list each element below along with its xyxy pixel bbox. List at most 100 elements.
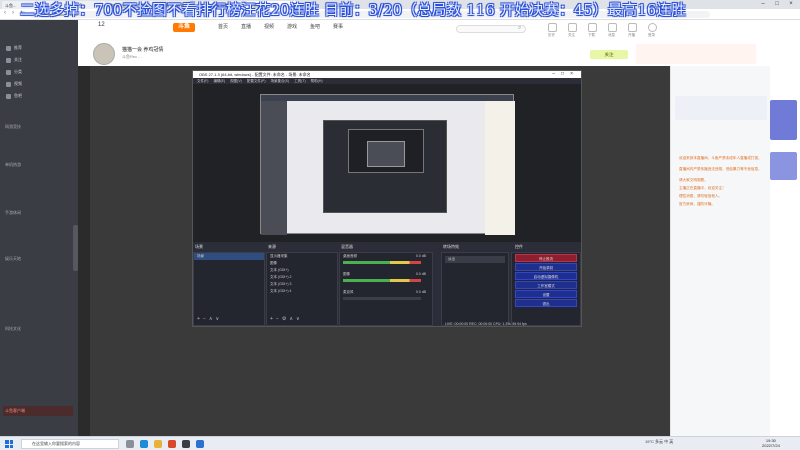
clock-date: 2022/7/24 [762, 443, 780, 448]
exit-button[interactable]: 退出 [515, 299, 577, 307]
edge-icon[interactable] [140, 440, 148, 448]
volume-meter[interactable] [343, 279, 421, 282]
chat-message: 官方房间，谨防诈骗。 [679, 202, 715, 206]
sidebar-category-grid [5, 334, 75, 346]
broadcast-icon[interactable] [628, 23, 637, 32]
mixer-dock: 桌面音频 0.0 dB 图像 0.0 dB 麦克风 0.0 dB [339, 252, 433, 326]
nav-home[interactable]: 首页 [218, 23, 228, 30]
chat-message: 直播间内严禁传播违法违规、低俗暴力等不良信息， [679, 167, 762, 171]
source-item[interactable]: 文本 (GDI+) 3 [267, 281, 337, 288]
mixer-dock-title: 混音器 [341, 244, 353, 249]
nav-game[interactable]: 游戏 [287, 23, 297, 30]
client-download-link[interactable]: 斗鱼客户端 [3, 406, 73, 416]
stop-streaming-button[interactable]: 停止推流 [515, 254, 577, 262]
promo-card[interactable] [770, 152, 797, 180]
source-item[interactable]: 文本 (GDI+) [267, 267, 337, 274]
app-icon[interactable] [168, 440, 176, 448]
minimize-icon[interactable]: – [756, 0, 770, 9]
sidebar-section-title: 科技文化 [5, 326, 21, 331]
windows-start-icon[interactable] [5, 440, 13, 448]
follow-button[interactable]: 关注 [590, 50, 628, 59]
site-search-input[interactable] [456, 25, 526, 33]
explorer-icon[interactable] [154, 440, 162, 448]
streamer-avatar[interactable] [93, 43, 115, 65]
chat-icon [6, 93, 11, 99]
close-icon[interactable]: × [784, 0, 798, 9]
nested-preview [367, 141, 405, 167]
obs-preview[interactable] [193, 84, 581, 242]
virtual-camera-button[interactable]: 启动虚拟摄像机 [515, 272, 577, 280]
track-db: 0.0 dB [415, 272, 426, 276]
task-view-icon[interactable] [126, 440, 134, 448]
download-icon[interactable] [588, 23, 597, 32]
sidebar-section-title: 网游竞技 [5, 124, 21, 129]
source-controls[interactable]: +−⚙∧∨ [270, 316, 303, 322]
nav-events[interactable]: 赛事 [333, 23, 343, 30]
captured-chat [485, 101, 515, 235]
start-recording-button[interactable]: 开始录制 [515, 263, 577, 271]
captured-titlebar [261, 95, 513, 101]
track-name: 图像 [343, 272, 350, 276]
sidebar-category-grid [5, 218, 75, 230]
nested-capture [323, 120, 447, 213]
nav-fishbar[interactable]: 鱼吧 [310, 23, 320, 30]
volume-meter[interactable] [343, 297, 421, 300]
chat-message: 欢迎来到本直播间，斗鱼严禁未成年人直播或打赏。 [679, 156, 762, 160]
forward-icon[interactable]: › [12, 10, 14, 16]
scene-item[interactable]: 场景 [194, 253, 264, 260]
chat-message: 理性消费，请勿轻信他人。 [679, 194, 723, 198]
sidebar-category-grid [5, 132, 75, 152]
sidebar-item-follow[interactable]: 关注 [6, 56, 68, 64]
top-icon-label: 历史 [548, 33, 555, 37]
mixer-track: 图像 0.0 dB [340, 271, 432, 289]
sidebar-item-video[interactable]: 视频 [6, 80, 68, 88]
settings-button[interactable]: 设置 [515, 290, 577, 298]
mixer-track: 麦克风 0.0 dB [340, 289, 432, 307]
home-icon [6, 45, 11, 51]
search-icon[interactable]: ⌕ [518, 25, 521, 32]
promo-card[interactable] [770, 100, 797, 140]
obs-title: OBS 27.1.3 (64-bit, windows) - 配置文件: 未命名… [199, 72, 311, 77]
message-icon[interactable] [608, 23, 617, 32]
nav-live[interactable]: 直播 [241, 23, 251, 30]
transition-select[interactable]: 淡出 [445, 256, 505, 263]
chat-message: 请大家文明观看。 [679, 178, 708, 182]
gift-bar [636, 44, 756, 64]
chat-panel: 欢迎来到本直播间，斗鱼严禁未成年人直播或打赏。 直播间内严禁传播违法违规、低俗暴… [670, 66, 770, 436]
obs-icon[interactable] [182, 440, 190, 448]
left-sidebar: 推荐 关注 分类 视频 鱼吧 网游竞技 单机热游 手游休闲 娱乐天地 科技文化 … [0, 20, 78, 440]
scene-controls[interactable]: +−∧∨ [197, 316, 222, 322]
taskbar-clock[interactable]: 19:30 2022/7/24 [762, 438, 780, 448]
sidebar-item-category[interactable]: 分类 [6, 68, 68, 76]
app-icon[interactable] [196, 440, 204, 448]
obs-window-controls: –□× [552, 71, 579, 77]
track-name: 桌面音频 [343, 254, 357, 258]
source-item[interactable]: 文本 (GDI+) 4 [267, 288, 337, 295]
source-item[interactable]: 图像 [267, 260, 337, 267]
history-icon[interactable] [548, 23, 557, 32]
sidebar-item-fishbar[interactable]: 鱼吧 [6, 92, 68, 100]
source-item[interactable]: 文本 (GDI+) 2 [267, 274, 337, 281]
user-avatar-icon[interactable] [648, 23, 657, 32]
sidebar-collapse-handle[interactable] [73, 225, 78, 271]
taskbar-search-input[interactable]: 在这里输入你要搜索的内容 [21, 439, 119, 449]
follow-icon[interactable] [568, 23, 577, 32]
top-icon-label: 登录 [648, 33, 655, 37]
system-tray[interactable]: 19°C 多云 中 英 [645, 439, 673, 445]
sidebar-item-recommend[interactable]: 推荐 [6, 44, 68, 52]
mixer-track: 桌面音频 0.0 dB [340, 253, 432, 271]
captured-screen [260, 94, 515, 235]
source-item[interactable]: 显示器采集 [267, 253, 337, 260]
site-logo[interactable]: 斗鱼 [173, 23, 195, 32]
sidebar-category-grid [5, 170, 75, 190]
maximize-icon[interactable]: □ [770, 0, 784, 9]
sidebar-category-grid [5, 264, 75, 284]
volume-meter[interactable] [343, 261, 421, 264]
studio-mode-button[interactable]: 工作室模式 [515, 281, 577, 289]
back-icon[interactable]: ‹ [4, 10, 6, 16]
nav-video[interactable]: 视频 [264, 23, 274, 30]
stream-overlay-banner: 二选多掉：700不捡图不看排行榜汪花20连胜 目前：3/20（总局数 116 开… [20, 3, 686, 19]
room-title: 猫猫一会 养鸡冠情 [122, 47, 164, 53]
sidebar-item-label: 推荐 [14, 45, 22, 50]
top-icon-label: 开播 [628, 33, 635, 37]
